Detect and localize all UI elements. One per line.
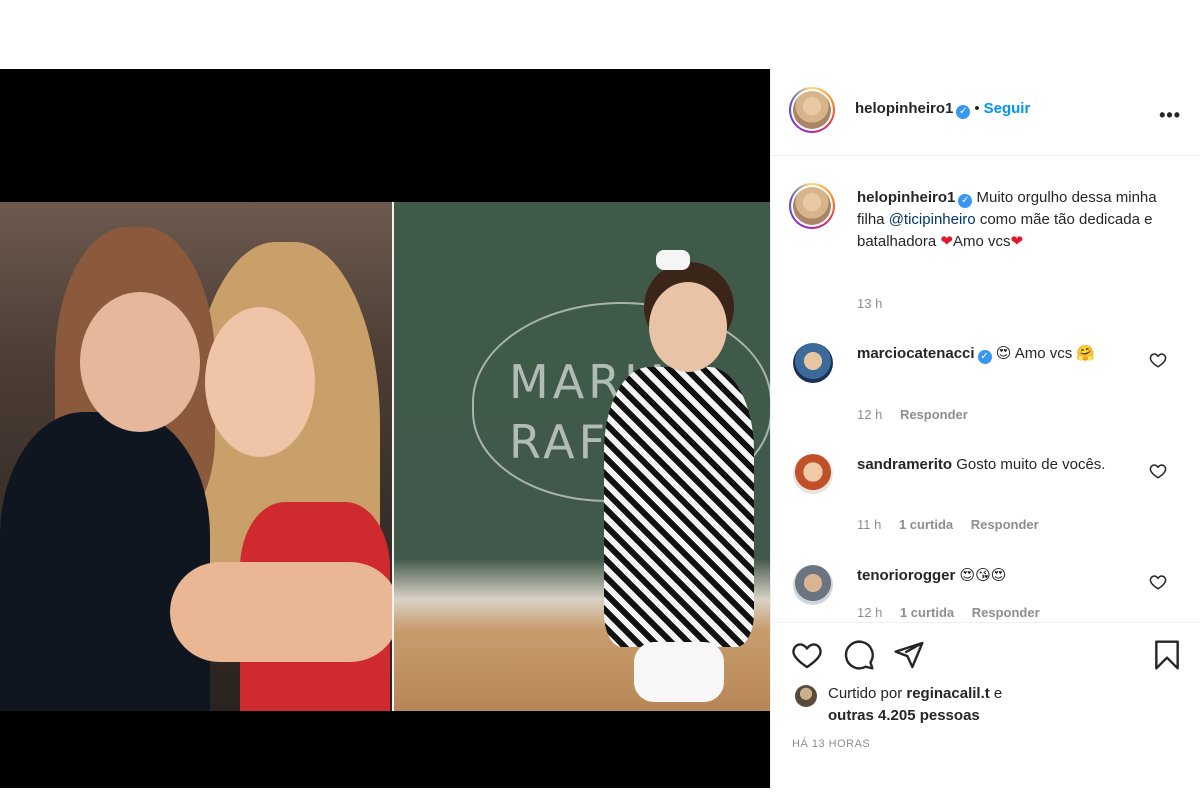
caption-mention[interactable]: @ticipinheiro <box>889 211 976 228</box>
commenter-avatar[interactable] <box>793 343 833 383</box>
verified-icon: ✓ <box>956 105 971 119</box>
verified-icon: ✓ <box>977 350 992 364</box>
caption-body-3: Amo vcs <box>952 233 1011 250</box>
comment-icon[interactable] <box>843 639 875 671</box>
follow-button[interactable]: Seguir <box>984 100 1031 117</box>
share-icon[interactable] <box>893 639 925 671</box>
likes-prefix: Curtido por <box>828 685 903 702</box>
post-header: helopinheiro1 ✓ • Seguir ••• <box>771 69 1200 156</box>
caption-username[interactable]: helopinheiro1 <box>857 189 955 206</box>
post-timestamp[interactable]: HÁ 13 HORAS <box>792 738 870 750</box>
comment-meta: 12 h Responder <box>857 407 982 422</box>
header-author-line: helopinheiro1 ✓ • Seguir <box>855 100 1030 119</box>
photo-figure <box>0 412 210 711</box>
post-media[interactable]: MARIA RAFA <box>0 69 770 788</box>
comment-time[interactable]: 11 h <box>857 517 881 532</box>
caption-text: helopinheiro1 ✓ Muito orgulho dessa minha… <box>857 187 1157 253</box>
comment-body: Gosto muito de vocês. <box>956 456 1106 473</box>
photo-figure <box>205 307 315 457</box>
likes-conj: e <box>993 685 1003 702</box>
bookmark-icon[interactable] <box>1151 639 1183 671</box>
child-dress <box>604 367 754 647</box>
author-username[interactable]: helopinheiro1 <box>855 100 953 117</box>
comment-text: tenoriorogger 😍😘😍 <box>857 565 1157 587</box>
caption-time[interactable]: 13 h <box>857 296 882 311</box>
reply-button[interactable]: Responder <box>972 605 1040 620</box>
comment-time[interactable]: 12 h <box>857 605 882 620</box>
likes-summary[interactable]: Curtido por reginacalil.t e outras 4.205… <box>828 683 1002 727</box>
comment-username[interactable]: marciocatenacci <box>857 345 975 362</box>
child-face <box>649 282 727 372</box>
commenter-avatar[interactable] <box>793 454 833 494</box>
photo-figure <box>80 292 200 432</box>
instagram-post: MARIA RAFA helopinheiro1✓•Seguir ••• <box>0 0 1200 800</box>
photo-mother-daughter <box>0 202 394 711</box>
post-side-panel: helopinheiro1 ✓ • Seguir ••• helopinheiro1 ✓… <box>770 69 1200 788</box>
heart-icon[interactable] <box>791 639 823 671</box>
likes-user[interactable]: reginacalil.t <box>906 685 989 702</box>
heart-emoji: ❤ <box>940 233 953 250</box>
author-avatar[interactable] <box>789 87 835 133</box>
caption-meta: 13 h <box>857 296 896 311</box>
comment-like-heart-icon[interactable] <box>1149 351 1167 369</box>
likes-others[interactable]: outras 4.205 pessoas <box>828 707 980 724</box>
child-bow <box>656 250 690 270</box>
comment-username[interactable]: sandramerito <box>857 456 952 473</box>
comment-body: 😍 Amo vcs 🤗 <box>995 345 1096 362</box>
verified-icon: ✓ <box>958 194 973 208</box>
photo-figure <box>170 562 394 662</box>
comment-likes[interactable]: 1 curtida <box>900 605 954 620</box>
separator-dot: • <box>974 100 980 117</box>
comment-time[interactable]: 12 h <box>857 407 882 422</box>
more-options-icon[interactable]: ••• <box>1159 105 1181 126</box>
comment-text: marciocatenacci ✓ 😍 Amo vcs 🤗 <box>857 343 1157 365</box>
commenter-avatar[interactable] <box>793 565 833 605</box>
comment-body: 😍😘😍 <box>959 567 1007 584</box>
comment-likes[interactable]: 1 curtida <box>899 517 953 532</box>
post-actions: Curtido por reginacalil.t e outras 4.205… <box>771 622 1200 788</box>
comment-like-heart-icon[interactable] <box>1149 573 1167 591</box>
heart-emoji: ❤ <box>1010 233 1024 250</box>
comment-meta: 12 h 1 curtida Responder <box>857 605 1054 620</box>
caption-avatar[interactable] <box>789 183 835 229</box>
liked-by-avatar[interactable] <box>795 685 817 707</box>
reply-button[interactable]: Responder <box>971 517 1039 532</box>
comments-list[interactable]: helopinheiro1 ✓ Muito orgulho dessa minha… <box>771 157 1200 622</box>
comment-text: sandramerito Gosto muito de vocês. <box>857 454 1157 476</box>
comment-username[interactable]: tenoriorogger <box>857 567 955 584</box>
child-legs <box>634 642 724 702</box>
photo-child-chalkboard: MARIA RAFA <box>394 202 770 711</box>
comment-meta: 11 h 1 curtida Responder <box>857 517 1053 532</box>
reply-button[interactable]: Responder <box>900 407 968 422</box>
comment-like-heart-icon[interactable] <box>1149 462 1167 480</box>
